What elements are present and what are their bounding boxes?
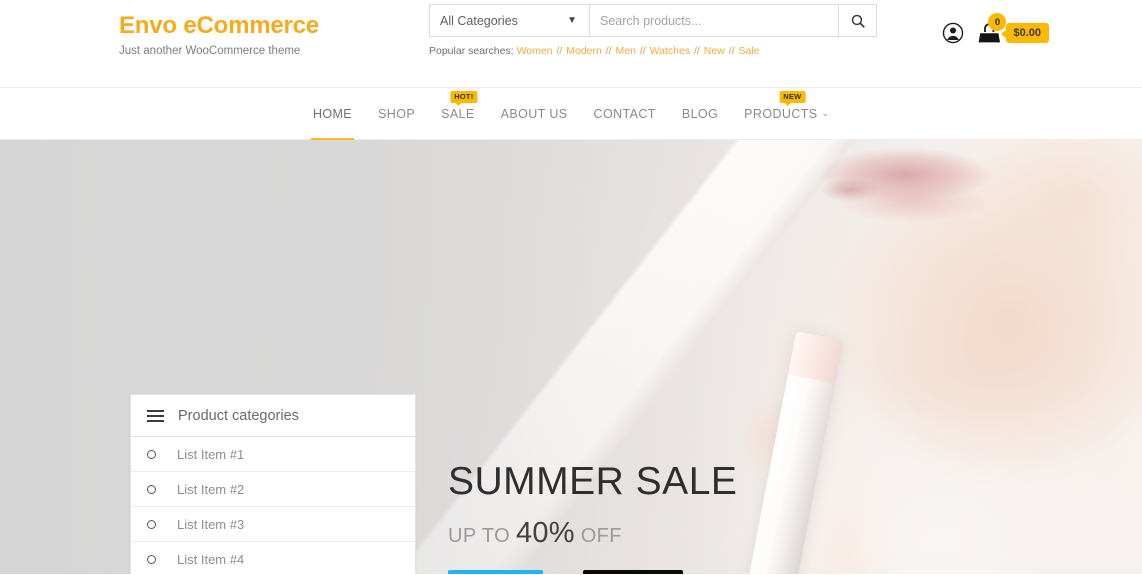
nav-item-contact[interactable]: CONTACT bbox=[581, 88, 669, 140]
header-actions: 0 $0.00 bbox=[942, 13, 1049, 45]
product-search-form: All Categories ▼ bbox=[429, 4, 877, 37]
hero-discount-value: 40% bbox=[516, 517, 575, 549]
brand-logo[interactable]: Envo eCommerce Just another WooCommerce … bbox=[119, 12, 319, 59]
nav-item-blog[interactable]: BLOG bbox=[669, 88, 731, 140]
nav-badge-products: NEW bbox=[779, 90, 806, 106]
popular-search-link-women[interactable]: Women bbox=[517, 45, 553, 57]
product-categories-list: List Item #1 List Item #2 List Item #3 List… bbox=[131, 437, 415, 574]
popular-search-link-new[interactable]: New bbox=[704, 45, 725, 57]
popular-search-separator: // bbox=[602, 45, 615, 57]
nav-link-label: HOME bbox=[312, 106, 353, 121]
popular-search-link-modern[interactable]: Modern bbox=[566, 45, 602, 57]
hero-banner: Product categories List Item #1 List Item… bbox=[0, 140, 1142, 574]
search-icon bbox=[851, 14, 865, 28]
category-list-item[interactable]: List Item #1 bbox=[131, 437, 415, 472]
nav-badge-sale: HOT! bbox=[450, 90, 478, 106]
hero-title: SUMMER SALE bbox=[448, 460, 738, 503]
hero-subtitle: UP TO 40% OFF bbox=[448, 516, 737, 550]
category-list-item[interactable]: List Item #3 bbox=[131, 507, 415, 542]
popular-search-link-watches[interactable]: Watches bbox=[650, 45, 690, 57]
nav-link-label: BLOG bbox=[681, 106, 719, 121]
nav-link-label: SHOP bbox=[378, 106, 416, 121]
circle-bullet-icon bbox=[147, 449, 156, 459]
nav-list: HOME SHOP HOT! SALE ABOUT US CONTACT BLOG NEW PR… bbox=[300, 88, 842, 141]
cart-block: 0 $0.00 bbox=[976, 13, 1049, 45]
popular-searches-label: Popular searches: bbox=[429, 45, 514, 57]
category-list-item[interactable]: List Item #2 bbox=[131, 472, 415, 507]
nav-item-sale[interactable]: HOT! SALE bbox=[428, 88, 488, 140]
nav-link-label: ABOUT US bbox=[500, 106, 568, 121]
nav-item-shop[interactable]: SHOP bbox=[365, 88, 428, 140]
hamburger-icon bbox=[147, 409, 164, 422]
brand-title: Envo eCommerce bbox=[119, 12, 319, 39]
category-select-shell: All Categories ▼ bbox=[430, 5, 590, 36]
popular-search-separator: // bbox=[636, 45, 649, 57]
nav-item-products[interactable]: NEW PRODUCTS ⌄ bbox=[731, 88, 842, 140]
popular-search-separator: // bbox=[691, 45, 703, 57]
brand-tagline: Just another WooCommerce theme bbox=[119, 45, 301, 57]
nav-item-home[interactable]: HOME bbox=[300, 88, 365, 141]
circle-bullet-icon bbox=[147, 519, 156, 529]
search-area: All Categories ▼ Popular searches: Women… bbox=[429, 4, 877, 58]
category-select[interactable]: All Categories bbox=[430, 5, 590, 36]
nav-link-label: PRODUCTS bbox=[744, 106, 818, 121]
hero-cta-group: Shop Now Learn More bbox=[448, 570, 683, 574]
learn-more-button[interactable]: Learn More bbox=[583, 570, 683, 574]
cart-total-amount[interactable]: $0.00 bbox=[1001, 23, 1049, 43]
search-input[interactable] bbox=[590, 5, 838, 36]
popular-search-separator: // bbox=[725, 45, 738, 57]
product-categories-header[interactable]: Product categories bbox=[131, 395, 415, 437]
site-header: Envo eCommerce Just another WooCommerce … bbox=[0, 0, 1142, 88]
nav-link-label: CONTACT bbox=[593, 106, 656, 121]
category-list-item-label: List Item #2 bbox=[177, 481, 245, 497]
category-list-item-label: List Item #3 bbox=[177, 516, 245, 532]
hero-sub-suffix: OFF bbox=[580, 525, 622, 547]
hero-copy: SUMMER SALE UP TO 40% OFF bbox=[448, 460, 737, 550]
chevron-down-icon: ⌄ bbox=[821, 108, 830, 118]
category-list-item[interactable]: List Item #4 bbox=[131, 542, 415, 574]
popular-search-link-men[interactable]: Men bbox=[616, 45, 636, 57]
main-navigation: HOME SHOP HOT! SALE ABOUT US CONTACT BLOG NEW PR… bbox=[0, 88, 1142, 141]
lip-balm-tube-graphic bbox=[739, 331, 844, 574]
search-submit-button[interactable] bbox=[838, 5, 876, 36]
hero-sub-prefix: UP TO bbox=[448, 525, 511, 547]
nav-link-label: SALE bbox=[441, 106, 475, 121]
popular-searches: Popular searches: Women // Modern // Men… bbox=[429, 44, 877, 58]
popular-searches-links: Women // Modern // Men // Watches // New… bbox=[517, 45, 760, 57]
shop-now-button[interactable]: Shop Now bbox=[448, 570, 543, 574]
category-list-item-label: List Item #1 bbox=[177, 446, 245, 462]
nav-item-about-us[interactable]: ABOUT US bbox=[488, 88, 581, 140]
popular-search-link-sale[interactable]: Sale bbox=[738, 45, 759, 57]
circle-bullet-icon bbox=[147, 554, 156, 564]
product-categories-panel: Product categories List Item #1 List Item… bbox=[130, 394, 416, 574]
product-categories-title: Product categories bbox=[178, 407, 299, 424]
category-list-item-label: List Item #4 bbox=[177, 551, 245, 567]
user-account-icon[interactable] bbox=[942, 22, 964, 44]
lip-balm-cap-graphic bbox=[788, 331, 844, 384]
popular-search-separator: // bbox=[553, 45, 566, 57]
circle-bullet-icon bbox=[147, 484, 156, 494]
